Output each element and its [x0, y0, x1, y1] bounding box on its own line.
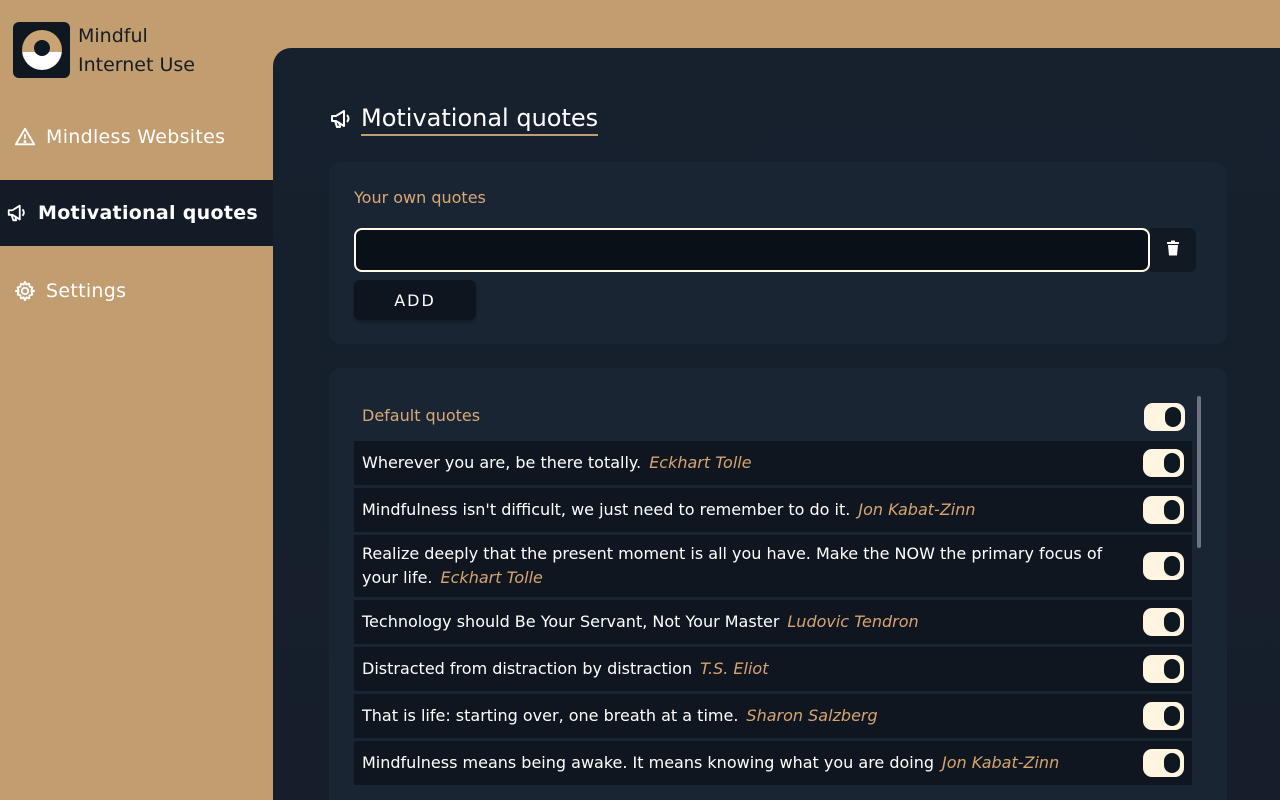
default-quotes-card: Default quotes Wherever you are, be ther… [329, 368, 1227, 800]
quote-text: Technology should Be Your Servant, Not Y… [362, 612, 780, 631]
list-item: Wherever you are, be there totally. Eckha… [354, 441, 1192, 485]
quote-toggle[interactable] [1143, 702, 1184, 730]
sidebar-item-motivational-quotes[interactable]: Motivational quotes [0, 180, 289, 246]
add-quote-button[interactable]: ADD [354, 280, 476, 320]
sidebar-item-mindless-websites[interactable]: Mindless Websites [0, 104, 273, 170]
default-quotes-toggle[interactable] [1144, 403, 1185, 431]
megaphone-icon [6, 202, 28, 224]
default-quotes-label: Default quotes [362, 406, 481, 425]
quote-author: Sharon Salzberg [746, 706, 878, 725]
quote-text: Mindfulness means being awake. It means … [362, 753, 935, 772]
delete-quote-button[interactable] [1150, 228, 1196, 272]
quote-toggle[interactable] [1143, 749, 1184, 777]
quote-text: Distracted from distraction by distracti… [362, 659, 693, 678]
sidebar-item-label: Mindless Websites [46, 126, 226, 148]
quote-toggle[interactable] [1143, 608, 1184, 636]
page-title-text: Motivational quotes [361, 104, 599, 136]
quote-author: Jon Kabat-Zinn [858, 500, 976, 519]
warning-icon [14, 126, 36, 148]
own-quotes-card: Your own quotes ADD [329, 162, 1227, 344]
main-panel: Motivational quotes Your own quotes ADD … [273, 48, 1280, 800]
brand-line-2: Internet Use [78, 54, 195, 76]
quote-author: Eckhart Tolle [649, 453, 752, 472]
logo-ring-icon [21, 30, 62, 70]
gear-icon [14, 280, 36, 302]
sidebar-item-label: Motivational quotes [38, 202, 259, 224]
quote-input[interactable] [354, 228, 1150, 272]
list-item: Mindfulness isn't difficult, we just nee… [354, 488, 1192, 532]
app-logo [13, 22, 70, 78]
quote-text: Mindfulness isn't difficult, we just nee… [362, 500, 851, 519]
quote-author: Jon Kabat-Zinn [942, 753, 1060, 772]
quote-author: Eckhart Tolle [440, 568, 543, 587]
quote-text: Wherever you are, be there totally. [362, 453, 642, 472]
quote-toggle[interactable] [1143, 552, 1184, 580]
sidebar-item-settings[interactable]: Settings [0, 258, 273, 324]
list-item: That is life: starting over, one breath … [354, 694, 1192, 738]
list-item: Realize deeply that the present moment i… [354, 535, 1192, 597]
brand-line-1: Mindful [78, 25, 148, 47]
quote-toggle[interactable] [1143, 496, 1184, 524]
scrollbar[interactable] [1197, 396, 1201, 548]
list-item: Distracted from distraction by distracti… [354, 647, 1192, 691]
sidebar-item-label: Settings [46, 280, 127, 302]
trash-icon [1166, 240, 1180, 260]
list-item: Mindfulness means being awake. It means … [354, 741, 1192, 785]
list-item: Technology should Be Your Servant, Not Y… [354, 600, 1192, 644]
brand-name: Mindful Internet Use [78, 22, 195, 80]
page-title: Motivational quotes [329, 104, 599, 136]
quote-text: That is life: starting over, one breath … [362, 706, 739, 725]
quote-author: Ludovic Tendron [787, 612, 919, 631]
quote-author: T.S. Eliot [700, 659, 769, 678]
megaphone-icon [329, 108, 353, 132]
quote-toggle[interactable] [1143, 449, 1184, 477]
own-quotes-label: Your own quotes [354, 188, 486, 207]
quote-toggle[interactable] [1143, 655, 1184, 683]
quote-list: Wherever you are, be there totally. Eckha… [354, 441, 1192, 788]
